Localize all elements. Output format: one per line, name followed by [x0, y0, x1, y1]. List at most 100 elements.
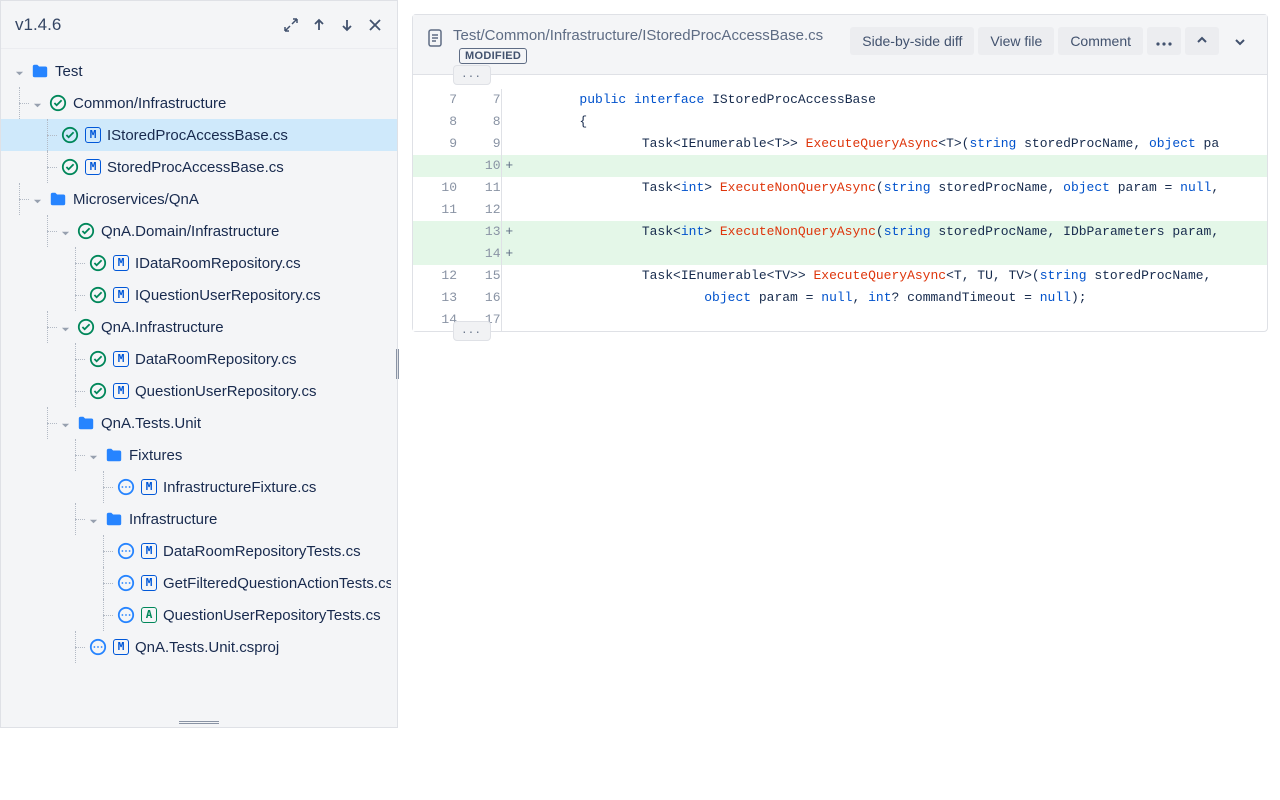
file-tree-sidebar: v1.4.6 Test Common/Infrastructure MIStored…: [0, 0, 398, 728]
old-line-number: 11: [413, 199, 457, 221]
file-item[interactable]: MIQuestionUserRepository.cs: [1, 279, 397, 311]
old-line-number: 8: [413, 111, 457, 133]
diff-marker: [501, 309, 517, 331]
file-item[interactable]: M GetFilteredQuestionActionTests.cs: [1, 567, 397, 599]
change-badge: M: [113, 639, 129, 655]
file-item[interactable]: MStoredProcAccessBase.cs: [1, 151, 397, 183]
chevron-down-icon[interactable]: [15, 65, 27, 77]
check-circle-icon: [89, 382, 107, 400]
folder-item[interactable]: Microservices/QnA: [1, 183, 397, 215]
close-icon[interactable]: [361, 11, 389, 39]
tree-item-label: Fixtures: [129, 447, 182, 464]
view-file-button[interactable]: View file: [978, 27, 1054, 55]
more-actions-button[interactable]: [1147, 27, 1181, 55]
tree-item-label: IDataRoomRepository.cs: [135, 255, 301, 272]
arrow-down-icon[interactable]: [333, 11, 361, 39]
old-line-number: 13: [413, 287, 457, 309]
file-item[interactable]: MDataRoomRepository.cs: [1, 343, 397, 375]
file-item[interactable]: MIStoredProcAccessBase.cs: [1, 119, 397, 151]
diff-marker: [501, 89, 517, 111]
sidebar-resize-horizontal[interactable]: [1, 717, 397, 727]
folder-item[interactable]: QnA.Infrastructure: [1, 311, 397, 343]
tree-item-label: Microservices/QnA: [73, 191, 199, 208]
diff-marker: [501, 287, 517, 309]
chevron-down-icon[interactable]: [61, 417, 73, 429]
code-content: [517, 199, 1267, 221]
check-circle-icon: [89, 254, 107, 272]
file-item[interactable]: MQnA.Tests.Unit.csproj: [1, 631, 397, 663]
diff-actions: Side-by-side diff View file Comment: [850, 25, 1257, 57]
tree-item-label: Common/Infrastructure: [73, 95, 226, 112]
code-content: public interface IStoredProcAccessBase: [517, 89, 1267, 111]
folder-item[interactable]: QnA.Tests.Unit: [1, 407, 397, 439]
collapse-down-button[interactable]: [1223, 29, 1257, 57]
diff-line[interactable]: 14+: [413, 243, 1267, 265]
code-content: [517, 155, 1267, 177]
new-line-number: 8: [457, 111, 501, 133]
expand-context-top[interactable]: ···: [453, 65, 491, 85]
old-line-number: 14: [413, 309, 457, 331]
file-tree: Test Common/Infrastructure MIStoredProcAcc…: [1, 49, 397, 717]
ellipsis-circle-icon: [117, 478, 135, 496]
change-badge: M: [141, 543, 157, 559]
folder-item[interactable]: Test: [1, 55, 397, 87]
folder-item[interactable]: Fixtures: [1, 439, 397, 471]
code-content: Task<IEnumerable<T>> ExecuteQueryAsync<T…: [517, 133, 1267, 155]
diff-line[interactable]: 1417: [413, 309, 1267, 331]
diff-line[interactable]: 88 {: [413, 111, 1267, 133]
code-content: [517, 243, 1267, 265]
change-badge: M: [113, 383, 129, 399]
tree-item-label: StoredProcAccessBase.cs: [107, 159, 284, 176]
sidebar-resize-vertical[interactable]: [393, 344, 401, 384]
diff-marker: +: [501, 155, 517, 177]
chevron-down-icon[interactable]: [61, 321, 73, 333]
collapse-up-button[interactable]: [1185, 27, 1219, 55]
change-badge: M: [141, 575, 157, 591]
check-circle-icon: [89, 286, 107, 304]
code-content: Task<int> ExecuteNonQueryAsync(string st…: [517, 177, 1267, 199]
file-item[interactable]: MQuestionUserRepository.cs: [1, 375, 397, 407]
comment-button[interactable]: Comment: [1058, 27, 1143, 55]
diff-line[interactable]: 1112: [413, 199, 1267, 221]
folder-item[interactable]: Infrastructure: [1, 503, 397, 535]
check-circle-icon: [61, 126, 79, 144]
tree-item-label: Test: [55, 63, 83, 80]
tree-item-label: DataRoomRepository.cs: [135, 351, 296, 368]
file-item[interactable]: MDataRoomRepositoryTests.cs: [1, 535, 397, 567]
version-label: v1.4.6: [15, 15, 277, 35]
chevron-down-icon[interactable]: [33, 193, 45, 205]
expand-icon[interactable]: [277, 11, 305, 39]
folder-icon: [77, 414, 95, 432]
file-item[interactable]: MInfrastructureFixture.cs: [1, 471, 397, 503]
change-badge: A: [141, 607, 157, 623]
sidebar-header: v1.4.6: [1, 1, 397, 49]
old-line-number: [413, 155, 457, 177]
file-item[interactable]: AQuestionUserRepositoryTests.cs: [1, 599, 397, 631]
chevron-down-icon[interactable]: [89, 449, 101, 461]
check-circle-icon: [61, 158, 79, 176]
folder-item[interactable]: QnA.Domain/Infrastructure: [1, 215, 397, 247]
tree-item-label: QnA.Infrastructure: [101, 319, 224, 336]
diff-line[interactable]: 1316 object param = null, int? commandTi…: [413, 287, 1267, 309]
side-by-side-diff-button[interactable]: Side-by-side diff: [850, 27, 974, 55]
chevron-down-icon[interactable]: [33, 97, 45, 109]
diff-line[interactable]: 13+ Task<int> ExecuteNonQueryAsync(strin…: [413, 221, 1267, 243]
chevron-down-icon[interactable]: [89, 513, 101, 525]
diff-line[interactable]: 77 public interface IStoredProcAccessBas…: [413, 89, 1267, 111]
chevron-down-icon[interactable]: [61, 225, 73, 237]
diff-line[interactable]: 99 Task<IEnumerable<T>> ExecuteQueryAsyn…: [413, 133, 1267, 155]
check-circle-icon: [77, 222, 95, 240]
diff-marker: [501, 199, 517, 221]
folder-item[interactable]: Common/Infrastructure: [1, 87, 397, 119]
tree-item-label: GetFilteredQuestionActionTests.cs: [163, 575, 391, 592]
diff-line[interactable]: 10+: [413, 155, 1267, 177]
expand-context-bottom[interactable]: ···: [453, 321, 491, 341]
new-line-number: 15: [457, 265, 501, 287]
file-item[interactable]: MIDataRoomRepository.cs: [1, 247, 397, 279]
new-line-number: 14: [457, 243, 501, 265]
diff-line[interactable]: 1011 Task<int> ExecuteNonQueryAsync(stri…: [413, 177, 1267, 199]
diff-line[interactable]: 1215 Task<IEnumerable<TV>> ExecuteQueryA…: [413, 265, 1267, 287]
arrow-up-icon[interactable]: [305, 11, 333, 39]
code-content: {: [517, 111, 1267, 133]
diff-marker: +: [501, 221, 517, 243]
